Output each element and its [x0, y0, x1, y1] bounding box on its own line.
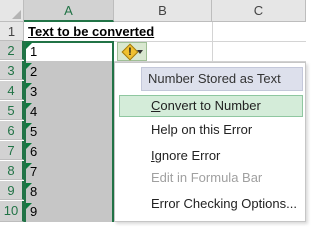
menu-item-edit-in-formula-bar: Edit in Formula Bar — [151, 170, 263, 185]
menu-header: Number Stored as Text — [141, 67, 303, 91]
select-all-corner[interactable] — [0, 0, 24, 22]
cell-a6[interactable]: 5 — [30, 122, 37, 141]
cell-a4[interactable]: 3 — [30, 82, 37, 101]
row-header-7[interactable]: 7 — [0, 141, 24, 160]
error-options-menu: Number Stored as Text Convert to Number … — [114, 62, 306, 222]
exclamation-icon: ! — [128, 46, 132, 58]
row-header-9[interactable]: 9 — [0, 181, 24, 200]
cell-a5[interactable]: 4 — [30, 102, 37, 121]
menu-item-label: onvert to Number — [160, 98, 261, 113]
selection-border — [24, 41, 114, 222]
column-header-b[interactable]: B — [114, 0, 212, 22]
chevron-down-icon — [137, 50, 143, 54]
row-header-3[interactable]: 3 — [0, 61, 24, 80]
cell-a8[interactable]: 7 — [30, 162, 37, 181]
select-all-icon — [12, 10, 21, 19]
menu-item-ignore-error[interactable]: Ignore Error — [119, 145, 303, 167]
menu-item-label: gnore Error — [154, 148, 221, 163]
cell-a9[interactable]: 8 — [30, 182, 37, 201]
menu-item-convert-to-number[interactable]: Convert to Number — [119, 95, 303, 117]
menu-item-help-on-error[interactable]: Help on this Error — [119, 119, 303, 141]
cell-a7[interactable]: 6 — [30, 142, 37, 161]
cell-a10[interactable]: 9 — [30, 202, 37, 221]
column-header-a[interactable]: A — [24, 0, 114, 22]
error-smart-tag-button[interactable]: ! — [117, 42, 147, 61]
row-header-10[interactable]: 10 — [0, 201, 24, 222]
row-header-5[interactable]: 5 — [0, 101, 24, 120]
menu-item-error-checking-options[interactable]: Error Checking Options... — [119, 193, 303, 215]
row-header-4[interactable]: 4 — [0, 81, 24, 100]
cell-a1-title[interactable]: Text to be converted — [28, 22, 154, 41]
column-header-c[interactable]: C — [212, 0, 306, 22]
row-header-8[interactable]: 8 — [0, 161, 24, 180]
row-header-1[interactable]: 1 — [0, 22, 24, 41]
menu-item-accelerator: C — [151, 98, 161, 113]
cell-a3[interactable]: 2 — [30, 62, 37, 81]
row-header-2[interactable]: 2 — [0, 41, 24, 60]
cell-a2[interactable]: 1 — [30, 42, 37, 61]
row-header-6[interactable]: 6 — [0, 121, 24, 140]
